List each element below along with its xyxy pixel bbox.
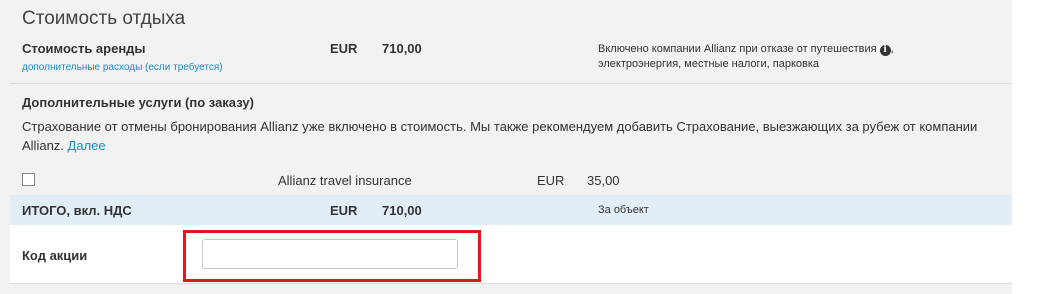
- info-icon[interactable]: i: [879, 45, 891, 56]
- insurance-checkbox[interactable]: [22, 173, 35, 186]
- rental-note-line2: электроэнергия, местные налоги, парковка: [598, 58, 820, 70]
- rental-note-comma: ,: [890, 43, 894, 55]
- extra-costs-link[interactable]: дополнительные расходы (если требуется): [22, 62, 223, 73]
- insurance-currency: EUR: [537, 173, 565, 188]
- insurance-price: 35,00: [587, 173, 620, 188]
- extras-title: Дополнительные услуги (по заказу): [22, 95, 254, 110]
- insurance-name: Allianz travel insurance: [278, 173, 412, 188]
- total-row: [10, 195, 1012, 225]
- total-currency: EUR: [330, 203, 358, 218]
- extras-description-text: Страхование от отмены бронирования Allia…: [22, 119, 978, 153]
- rental-note-line1: Включено компании Allianz при отказе от …: [598, 43, 877, 55]
- divider: [10, 83, 1012, 84]
- total-label: ИТОГО, вкл. НДС: [22, 203, 132, 218]
- rental-cost-label: Стоимость аренды: [22, 41, 146, 56]
- section-title: Стоимость отдыха: [22, 8, 186, 29]
- rental-included-note: Включено компании Allianz при отказе от …: [598, 42, 998, 72]
- divider: [10, 283, 1012, 284]
- extras-description: Страхование от отмены бронирования Allia…: [22, 117, 1007, 155]
- right-margin: [1012, 0, 1045, 294]
- promo-code-input[interactable]: [202, 239, 458, 269]
- rental-currency: EUR: [330, 41, 358, 56]
- promo-code-label: Код акции: [22, 248, 88, 263]
- rental-amount: 710,00: [382, 41, 422, 56]
- total-amount: 710,00: [382, 203, 422, 218]
- promo-row: [10, 225, 1012, 283]
- total-note: За объект: [598, 204, 649, 216]
- more-link[interactable]: Далее: [68, 138, 106, 153]
